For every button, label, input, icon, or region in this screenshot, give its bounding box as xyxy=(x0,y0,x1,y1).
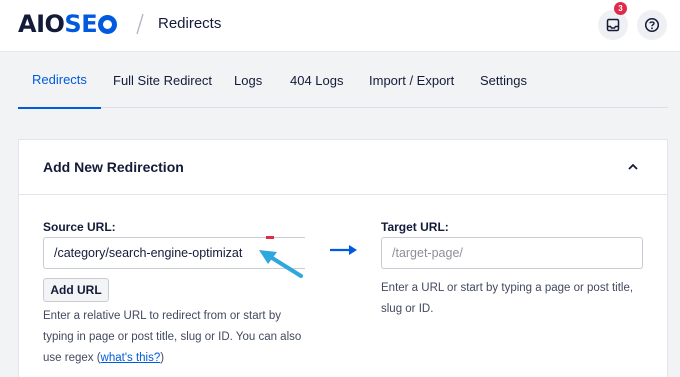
aioseo-logo[interactable]: AIO SE xyxy=(18,10,118,38)
tab-redirects[interactable]: Redirects xyxy=(18,52,101,109)
source-help-text: Enter a relative URL to redirect from or… xyxy=(43,310,302,364)
inbox-icon xyxy=(606,18,620,32)
tab-logs[interactable]: Logs xyxy=(234,52,262,108)
logo-gear-icon xyxy=(98,14,118,34)
chevron-up-icon[interactable] xyxy=(625,159,641,175)
logo-text-prefix: AIO xyxy=(18,10,65,38)
logo-text-suffix: SE xyxy=(64,10,98,38)
source-url-label: Source URL: xyxy=(43,220,116,234)
page-title: Redirects xyxy=(158,15,222,32)
pointer-arrow-icon xyxy=(259,250,303,278)
breadcrumb-separator xyxy=(134,12,144,36)
help-icon xyxy=(644,17,660,33)
card-header[interactable]: Add New Redirection xyxy=(19,140,667,195)
target-url-input[interactable] xyxy=(381,237,643,269)
notification-count-badge: 3 xyxy=(614,2,627,15)
tab-404-logs[interactable]: 404 Logs xyxy=(290,52,344,108)
add-url-button[interactable]: Add URL xyxy=(43,278,109,302)
top-bar: AIO SE Redirects 3 xyxy=(0,0,680,52)
arrow-right-icon xyxy=(330,245,357,255)
source-help-close: ) xyxy=(160,352,165,364)
target-url-help: Enter a URL or start by typing a page or… xyxy=(381,282,634,315)
whats-this-link[interactable]: what's this? xyxy=(101,352,161,364)
tab-import-export[interactable]: Import / Export xyxy=(369,52,454,108)
card-title: Add New Redirection xyxy=(43,159,184,175)
add-redirection-card: Add New Redirection Source URL: Add URL … xyxy=(18,139,668,377)
tab-bar: Redirects Full Site Redirect Logs 404 Lo… xyxy=(18,52,668,109)
help-button[interactable] xyxy=(637,10,667,40)
input-error-mark xyxy=(266,236,274,239)
tab-settings[interactable]: Settings xyxy=(480,52,527,108)
tab-full-site-redirect[interactable]: Full Site Redirect xyxy=(113,52,212,108)
notifications-button[interactable] xyxy=(598,10,628,40)
target-url-label: Target URL: xyxy=(381,220,449,234)
source-url-help: Enter a relative URL to redirect from or… xyxy=(43,306,313,369)
